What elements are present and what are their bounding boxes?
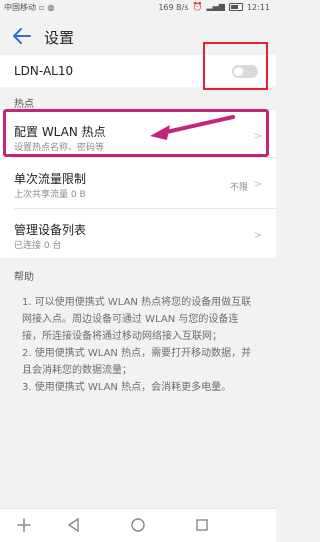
navigation-bar xyxy=(0,508,276,542)
nav-menu-icon[interactable] xyxy=(14,515,34,535)
annotation-arrow-icon xyxy=(150,115,235,140)
help-paragraph: 2. 使用便携式 WLAN 热点，需要打开移动数据，并且会消耗您的数据流量； xyxy=(22,348,252,376)
section-help-label: 帮助 xyxy=(14,272,34,283)
help-paragraph: 1. 可以使用便携式 WLAN 热点将您的设备用做互联网接入点。周边设备可通过 … xyxy=(22,297,252,342)
help-paragraph: 3. 使用便携式 WLAN 热点，会消耗更多电量。 xyxy=(22,382,232,393)
recents-square-icon[interactable] xyxy=(192,515,212,535)
help-text: 1. 可以使用便携式 WLAN 热点将您的设备用做互联网接入点。周边设备可通过 … xyxy=(22,294,258,396)
back-triangle-icon[interactable] xyxy=(64,515,84,535)
home-circle-icon[interactable] xyxy=(128,515,148,535)
